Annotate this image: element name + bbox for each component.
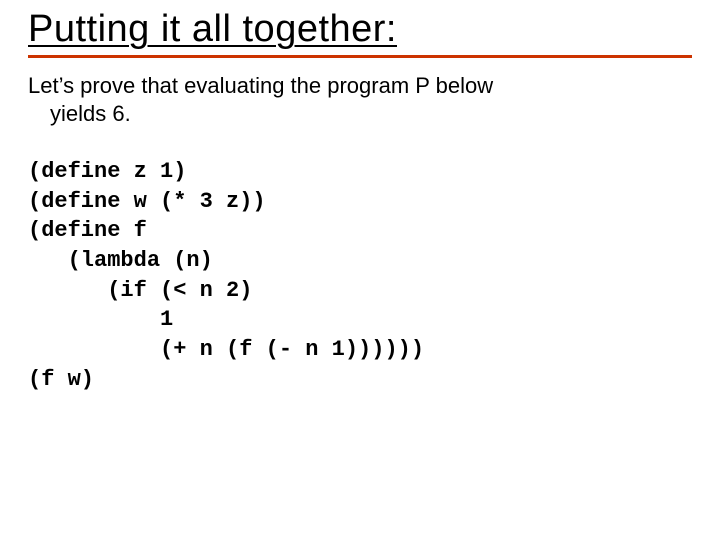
intro-line-2: yields 6. — [28, 100, 692, 128]
title-underline-rule — [28, 55, 692, 58]
code-block: (define z 1) (define w (* 3 z)) (define … — [28, 157, 692, 395]
intro-line-1: Let’s prove that evaluating the program … — [28, 73, 493, 98]
intro-paragraph: Let’s prove that evaluating the program … — [28, 72, 692, 127]
slide-title: Putting it all together: — [28, 8, 692, 51]
slide: Putting it all together: Let’s prove tha… — [0, 0, 720, 540]
